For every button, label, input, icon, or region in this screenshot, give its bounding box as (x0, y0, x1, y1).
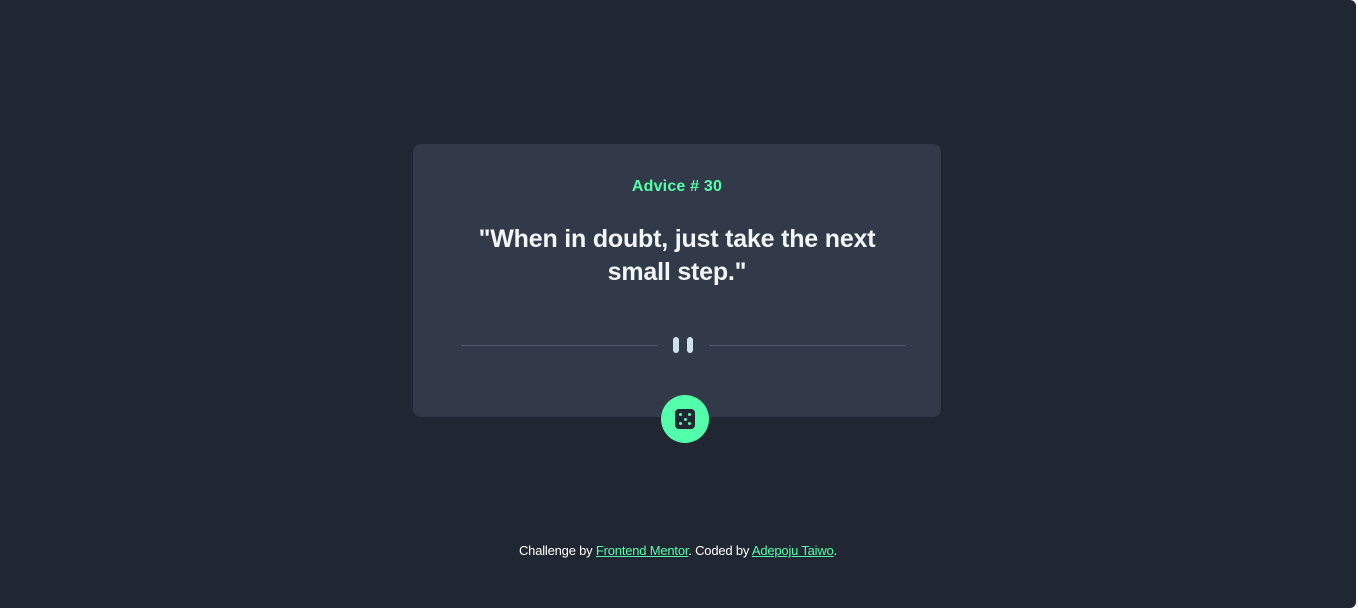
frontend-mentor-link[interactable]: Frontend Mentor (596, 543, 689, 558)
divider (461, 336, 905, 354)
advice-card: Advice # 30 "When in doubt, just take th… (413, 144, 941, 417)
advice-id-label: Advice # 30 (631, 178, 723, 195)
divider-line-right (709, 345, 905, 346)
footer-middle: . Coded by (688, 543, 752, 558)
footer-prefix: Challenge by (518, 543, 596, 558)
new-advice-button[interactable] (661, 395, 709, 443)
footer-suffix: . (833, 543, 838, 558)
divider-line-left (461, 345, 657, 346)
attribution-footer: Challenge by Frontend Mentor. Coded by A… (0, 543, 1356, 558)
author-link[interactable]: Adepoju Taiwo (752, 543, 834, 558)
dice-icon (675, 409, 695, 429)
advice-quote: "When in doubt, just take the next small… (478, 225, 876, 286)
pause-icon (672, 337, 694, 353)
page-background: Advice # 30 "When in doubt, just take th… (0, 0, 1356, 608)
